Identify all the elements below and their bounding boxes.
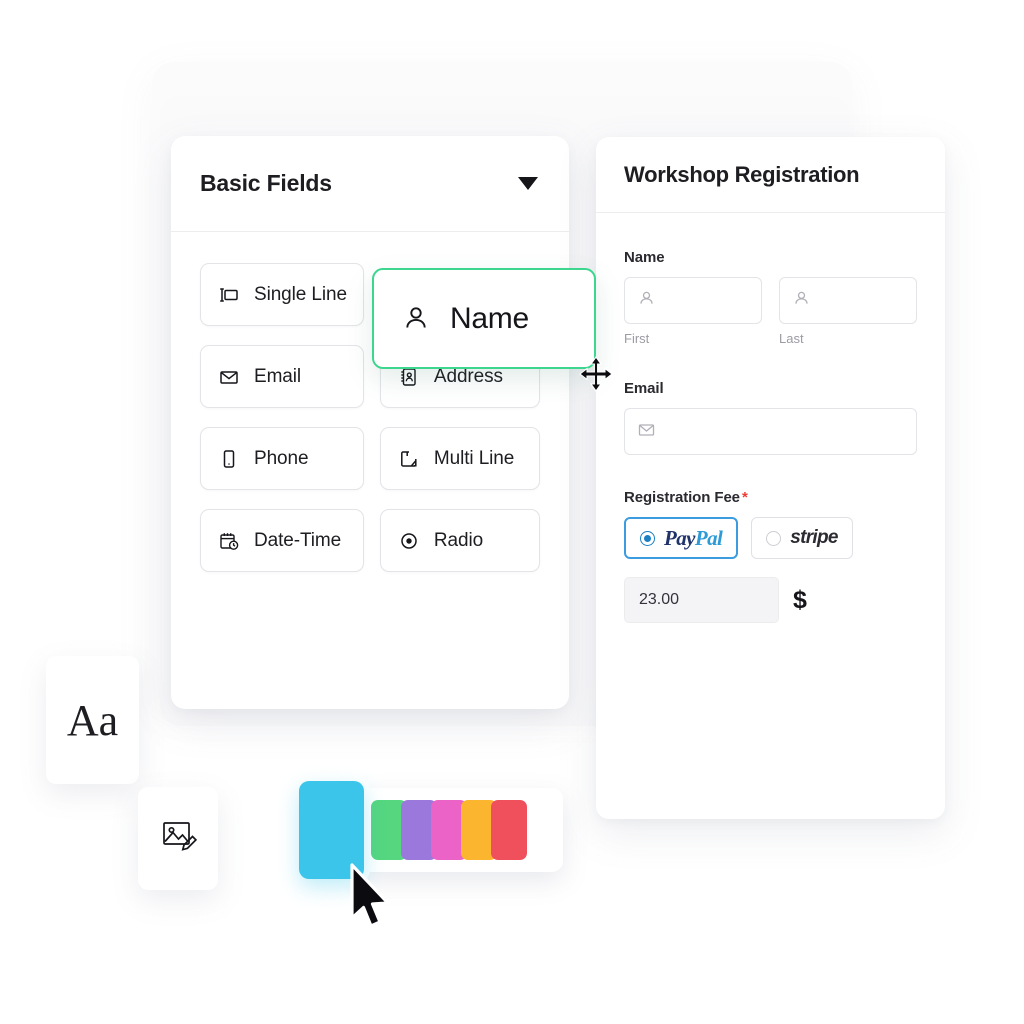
currency-symbol: $ [793,585,807,614]
arrow-pointer-cursor [348,862,394,932]
field-chip-label: Multi Line [433,447,515,469]
payment-options: PayPal stripe [624,517,917,559]
first-name-input[interactable] [624,277,762,324]
field-chip-label: Email [254,365,302,387]
field-chip-date-time[interactable]: Date-Time [200,509,364,572]
user-icon [401,303,433,335]
form-body: Name First Last Email Registration Fee *… [596,213,945,623]
paypal-logo-part2: Pal [694,525,723,550]
chevron-down-icon[interactable] [518,177,538,190]
field-chip-label: Phone [254,447,309,469]
form-field-name: Name First Last [624,249,917,346]
field-chip-radio[interactable]: Radio [379,509,540,572]
multi-line-icon [397,447,421,471]
field-chip-single-line[interactable]: Single Line [200,263,364,326]
envelope-icon [637,420,656,444]
user-icon [637,289,656,313]
form-preview-panel: Workshop Registration Name First Last Em… [596,137,945,819]
radio-unselected-icon[interactable] [766,530,782,546]
required-asterisk: * [741,489,748,506]
amount-input[interactable]: 23.00 [624,577,779,623]
radio-selected-icon[interactable] [640,530,655,546]
field-chip-label: Single Line [254,283,347,305]
form-name-last-col: Last [779,277,917,346]
color-palette-swatches [371,800,527,860]
canvas: Basic Fields Single Line Email Address P… [0,0,1024,1024]
paypal-logo-part1: Pay [664,525,695,550]
user-icon [792,289,811,313]
field-chip-multi-line[interactable]: Multi Line [379,427,540,490]
calendar-clock-icon [217,529,241,553]
stripe-logo: stripe [790,527,838,548]
radio-button-icon [397,529,421,553]
form-field-label: Email [624,380,664,397]
field-chip-phone[interactable]: Phone [200,427,364,490]
image-edit-icon [156,814,200,863]
amount-row: 23.00 $ [624,577,917,623]
form-header: Workshop Registration [596,137,945,213]
field-chip-label: Radio [433,529,484,551]
first-name-sublabel: First [624,331,650,346]
phone-icon [217,447,241,471]
color-swatch-red[interactable] [491,800,527,860]
field-chip-name-dragging[interactable]: Name [372,268,596,369]
form-name-first-col: First [624,277,762,346]
envelope-icon [217,365,241,389]
move-four-arrows-cursor [577,355,615,393]
single-line-icon [217,283,241,307]
basic-fields-panel: Basic Fields Single Line Email Address P… [171,136,569,709]
payment-option-paypal[interactable]: PayPal [624,517,739,559]
email-input[interactable] [624,408,917,455]
form-field-label: Name [624,249,665,266]
image-tool-card[interactable] [138,787,218,890]
form-field-registration-fee: Registration Fee * PayPal stripe 23.00 $ [624,489,917,623]
field-chip-label: Name [450,301,529,335]
last-name-input[interactable] [779,277,917,324]
typography-icon: Aa [66,695,119,745]
page-title: Basic Fields [200,170,332,196]
paypal-logo: PayPal [664,525,723,550]
field-chip-email[interactable]: Email [200,345,364,408]
typography-tool-card[interactable]: Aa [46,656,139,784]
registration-fee-label-text: Registration Fee [624,489,740,506]
form-title: Workshop Registration [624,161,860,187]
field-chip-label: Date-Time [254,529,342,551]
basic-fields-header[interactable]: Basic Fields [171,136,569,232]
last-name-sublabel: Last [779,331,804,346]
payment-option-stripe[interactable]: stripe [751,517,853,559]
form-field-label: Registration Fee * [624,489,917,506]
form-field-email: Email [624,380,917,455]
